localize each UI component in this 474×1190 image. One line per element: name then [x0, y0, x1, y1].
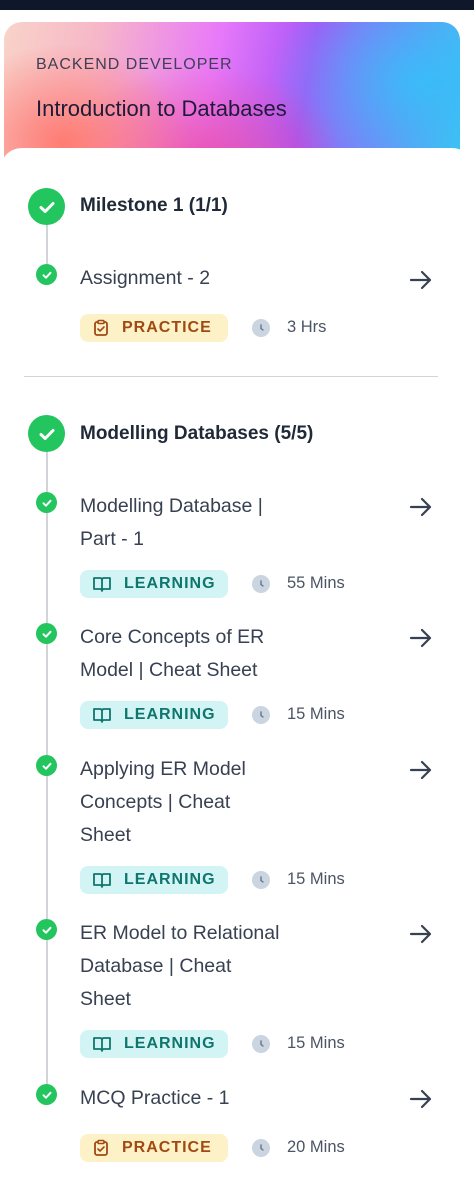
clock-icon	[252, 319, 270, 337]
item-title-line: Part - 1	[80, 528, 144, 550]
learning-badge: LEARNING	[80, 570, 228, 598]
course-title: Introduction to Databases	[36, 96, 287, 121]
item-complete-icon	[36, 492, 57, 513]
item-title[interactable]: MCQ Practice - 1	[80, 1082, 380, 1115]
item-duration: 15 Mins	[287, 870, 345, 888]
item-complete-icon	[36, 1084, 57, 1105]
item-complete-icon	[36, 623, 57, 644]
item-title[interactable]: Applying ER Model Concepts | Cheat Sheet	[80, 753, 380, 852]
arrow-right-icon[interactable]	[406, 625, 436, 651]
item-duration: 3 Hrs	[287, 318, 327, 336]
milestone-title[interactable]: Modelling Databases (5/5)	[80, 423, 313, 445]
practice-badge: PRACTICE	[80, 1134, 228, 1162]
clipboard-icon	[94, 319, 108, 336]
item-title-line: Modelling Database |	[80, 495, 263, 517]
top-status-bar	[0, 0, 474, 10]
divider	[24, 376, 438, 377]
clock-icon	[252, 1139, 270, 1157]
book-icon	[93, 1037, 111, 1052]
item-duration: 20 Mins	[287, 1138, 345, 1156]
arrow-right-icon[interactable]	[406, 921, 436, 947]
item-title-line: MCQ Practice - 1	[80, 1087, 230, 1109]
item-title[interactable]: ER Model to Relational Database | Cheat …	[80, 917, 380, 1016]
clock-icon	[252, 706, 270, 724]
item-title-line: Core Concepts of ER	[80, 626, 265, 648]
badge-label: LEARNING	[124, 706, 216, 723]
item-title-line: Model | Cheat Sheet	[80, 659, 258, 681]
arrow-right-icon[interactable]	[406, 494, 436, 520]
item-title[interactable]: Core Concepts of ER Model | Cheat Sheet	[80, 621, 380, 687]
item-duration: 15 Mins	[287, 705, 345, 723]
book-icon	[93, 873, 111, 888]
milestone-complete-icon	[28, 188, 65, 225]
item-title-line: Applying ER Model	[80, 758, 246, 780]
learning-badge: LEARNING	[80, 866, 228, 894]
item-duration: 55 Mins	[287, 574, 345, 592]
clipboard-icon	[94, 1139, 108, 1156]
item-title-line: Sheet	[80, 824, 131, 846]
badge-label: PRACTICE	[122, 319, 212, 336]
badge-label: LEARNING	[124, 575, 216, 592]
milestone-complete-icon	[28, 415, 65, 452]
item-title[interactable]: Assignment - 2	[80, 262, 380, 295]
arrow-right-icon[interactable]	[406, 757, 436, 783]
item-complete-icon	[36, 755, 57, 776]
book-icon	[93, 577, 111, 592]
learning-badge: LEARNING	[80, 701, 228, 729]
item-title-line: Sheet	[80, 988, 131, 1010]
course-category: BACKEND DEVELOPER	[36, 56, 233, 73]
item-title[interactable]: Modelling Database | Part - 1	[80, 490, 380, 556]
learning-badge: LEARNING	[80, 1030, 228, 1058]
milestone-title[interactable]: Milestone 1 (1/1)	[80, 195, 228, 217]
badge-label: PRACTICE	[122, 1139, 212, 1156]
practice-badge: PRACTICE	[80, 314, 228, 342]
item-complete-icon	[36, 919, 57, 940]
badge-label: LEARNING	[124, 1035, 216, 1052]
badge-label: LEARNING	[124, 871, 216, 888]
clock-icon	[252, 575, 270, 593]
clock-icon	[252, 1035, 270, 1053]
item-title-line: Database | Cheat	[80, 955, 232, 977]
item-duration: 15 Mins	[287, 1034, 345, 1052]
item-complete-icon	[36, 264, 57, 285]
item-title-line: ER Model to Relational	[80, 922, 280, 944]
book-icon	[93, 708, 111, 723]
clock-icon	[252, 871, 270, 889]
item-title-line: Concepts | Cheat	[80, 791, 231, 813]
arrow-right-icon[interactable]	[406, 1086, 436, 1112]
arrow-right-icon[interactable]	[406, 267, 436, 293]
